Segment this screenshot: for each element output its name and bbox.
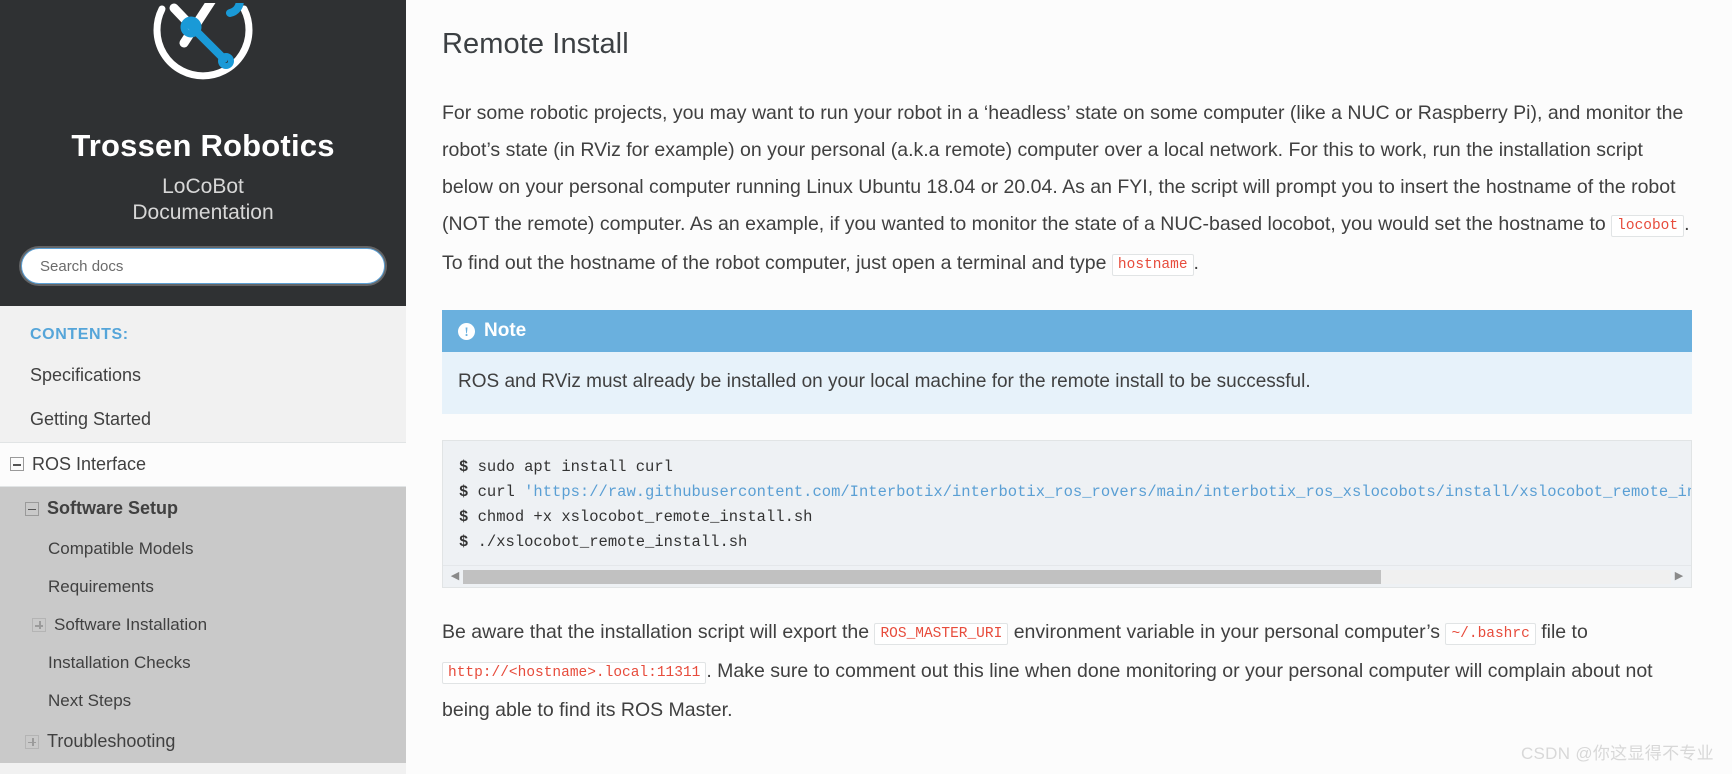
shell-prompt: $ xyxy=(459,483,469,501)
code-line: $ chmod +x xslocobot_remote_install.sh xyxy=(459,505,1675,530)
sidebar-item-troubleshooting[interactable]: Troubleshooting xyxy=(0,720,406,763)
nav-label: Installation Checks xyxy=(48,653,191,673)
code-text: ./xslocobot_remote_install.sh xyxy=(468,533,748,551)
page-title: Remote Install xyxy=(442,28,629,60)
sidebar-item-software-setup[interactable]: Software Setup xyxy=(0,487,406,530)
note-body: ROS and RViz must already be installed o… xyxy=(442,352,1692,414)
nav-label: Requirements xyxy=(48,577,154,597)
info-circle-icon: ! xyxy=(458,322,475,340)
inline-code-locobot: locobot xyxy=(1611,215,1685,237)
code-text: curl xyxy=(468,483,525,501)
csdn-watermark: CSDN @你这显得不专业 xyxy=(1520,744,1714,763)
expand-plus-icon[interactable] xyxy=(25,734,39,749)
code-line: $ ./xslocobot_remote_install.sh xyxy=(459,530,1675,555)
sidebar-item-software-installation[interactable]: Software Installation xyxy=(0,606,406,644)
code-block: $ sudo apt install curl $ curl 'https://… xyxy=(442,440,1692,588)
expand-plus-icon[interactable] xyxy=(32,618,46,633)
inline-code-ros-master-uri: ROS_MASTER_URI xyxy=(874,623,1009,645)
sidebar-nav: CONTENTS: Specifications Getting Started… xyxy=(0,306,406,764)
inline-code-master-uri-url: http://<hostname>.local:11311 xyxy=(442,662,707,684)
paragraph-text: file to xyxy=(1535,621,1588,643)
inline-code-hostname: hostname xyxy=(1111,254,1194,276)
nav-label: Software Installation xyxy=(54,615,208,635)
trossen-logo[interactable] xyxy=(144,0,262,120)
sidebar-item-next-steps[interactable]: Next Steps xyxy=(0,682,406,720)
paragraph-text: environment variable in your personal co… xyxy=(1008,621,1446,643)
brand-title: Trossen Robotics xyxy=(71,127,335,163)
code-text: sudo apt install curl xyxy=(468,458,673,476)
note-admonition: ! Note ROS and RViz must already be inst… xyxy=(442,310,1692,414)
crossed-wrench-screwdriver-circle-icon xyxy=(153,0,253,79)
scroll-left-arrow-icon[interactable]: ◀ xyxy=(447,571,463,582)
shell-prompt: $ xyxy=(459,533,469,551)
nav-label: ROS Interface xyxy=(32,453,147,474)
code-line: $ sudo apt install curl xyxy=(459,455,1675,480)
inline-code-bashrc: ~/.bashrc xyxy=(1445,623,1536,645)
nav-caption: CONTENTS: xyxy=(30,326,129,343)
nav-label: Next Steps xyxy=(48,691,132,711)
code-string: 'https://raw.githubusercontent.com/Inter… xyxy=(524,483,1691,501)
outro-paragraph: Be aware that the installation script wi… xyxy=(442,614,1692,729)
nav-label: Compatible Models xyxy=(48,539,194,559)
paragraph-text: For some robotic projects, you may want … xyxy=(442,102,1684,235)
sidebar-item-ros-interface[interactable]: ROS Interface xyxy=(0,441,406,488)
code-scroll-area[interactable]: $ sudo apt install curl $ curl 'https://… xyxy=(443,441,1691,565)
nav-label: Getting Started xyxy=(30,408,152,429)
nav-label: Troubleshooting xyxy=(47,731,176,752)
document-body: Remote Install For some robotic projects… xyxy=(406,0,1732,729)
code-line: $ curl 'https://raw.githubusercontent.co… xyxy=(459,480,1691,505)
sidebar-item-compatible-models[interactable]: Compatible Models xyxy=(0,530,406,568)
shell-prompt: $ xyxy=(459,458,469,476)
sidebar: Trossen Robotics LoCoBotDocumentation CO… xyxy=(0,0,406,774)
sidebar-current-section: Software Setup Compatible Models Require… xyxy=(0,487,406,764)
collapse-minus-icon[interactable] xyxy=(10,457,24,472)
scroll-right-arrow-icon[interactable]: ▶ xyxy=(1671,571,1687,582)
search-input[interactable] xyxy=(21,248,385,284)
brand-subtitle: LoCoBot Documentation xyxy=(132,174,274,224)
scrollbar-thumb[interactable] xyxy=(463,569,1382,584)
note-header: ! Note xyxy=(442,310,1692,352)
code-text: chmod +x xslocobot_remote_install.sh xyxy=(468,508,813,526)
sidebar-item-installation-checks[interactable]: Installation Checks xyxy=(0,644,406,682)
code-horizontal-scrollbar[interactable]: ◀ ▶ xyxy=(443,565,1691,587)
main-content: Remote Install For some robotic projects… xyxy=(406,0,1732,774)
sidebar-item-requirements[interactable]: Requirements xyxy=(0,568,406,606)
sidebar-header: Trossen Robotics LoCoBot Documentation xyxy=(0,0,406,306)
nav-label: Specifications xyxy=(30,365,142,385)
paragraph-text: Be aware that the installation script wi… xyxy=(442,621,875,643)
paragraph-text: . xyxy=(1193,252,1199,274)
note-title: Note xyxy=(484,320,527,341)
intro-paragraph: For some robotic projects, you may want … xyxy=(442,95,1692,284)
shell-prompt: $ xyxy=(459,508,469,526)
documentation-page: Trossen Robotics LoCoBotDocumentation CO… xyxy=(0,0,1732,774)
nav-label: Software Setup xyxy=(47,498,179,519)
sidebar-item-getting-started[interactable]: Getting Started xyxy=(0,398,406,442)
sidebar-item-specifications[interactable]: Specifications xyxy=(0,354,406,398)
collapse-minus-icon[interactable] xyxy=(25,501,39,516)
scrollbar-track[interactable] xyxy=(463,569,1671,584)
